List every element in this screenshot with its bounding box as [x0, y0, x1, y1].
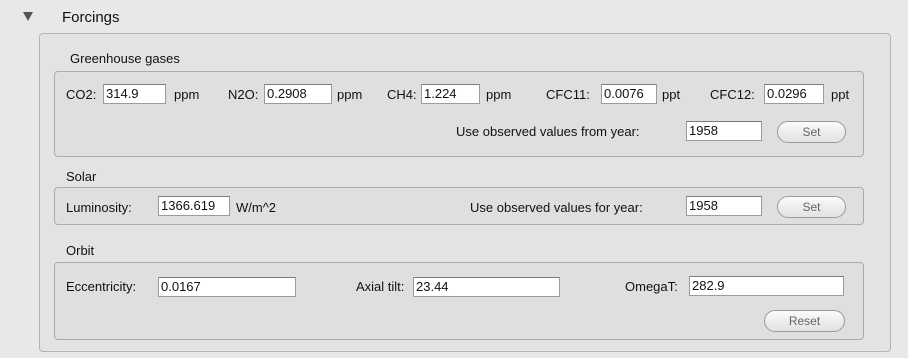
orbit-title: Orbit [66, 243, 95, 258]
n2o-label: N2O: [228, 87, 259, 102]
ch4-unit: ppm [486, 87, 512, 102]
luminosity-unit: W/m^2 [236, 200, 277, 215]
omegat-label: OmegaT: [625, 279, 678, 294]
n2o-unit: ppm [337, 87, 363, 102]
solar-year-field[interactable]: 1958 [686, 196, 762, 216]
cfc12-field[interactable]: 0.0296 [764, 84, 824, 104]
co2-label: CO2: [66, 87, 97, 102]
ghg-year-field[interactable]: 1958 [686, 121, 762, 141]
cfc11-field[interactable]: 0.0076 [601, 84, 657, 104]
co2-field[interactable]: 314.9 [103, 84, 166, 104]
axial-tilt-field[interactable]: 23.44 [413, 277, 560, 297]
co2-unit: ppm [174, 87, 200, 102]
cfc12-label: CFC12: [710, 87, 755, 102]
reset-button[interactable]: Reset [764, 310, 845, 332]
luminosity-field[interactable]: 1366.619 [158, 196, 230, 216]
axial-tilt-label: Axial tilt: [356, 279, 405, 294]
solar-title: Solar [66, 169, 97, 184]
disclosure-triangle-icon[interactable] [23, 12, 33, 21]
n2o-field[interactable]: 0.2908 [264, 84, 332, 104]
cfc11-label: CFC11: [546, 87, 590, 102]
eccentricity-field[interactable]: 0.0167 [158, 277, 296, 297]
eccentricity-label: Eccentricity: [66, 279, 137, 294]
omegat-field[interactable]: 282.9 [689, 276, 844, 296]
ghg-observed-label: Use observed values from year: [456, 124, 640, 139]
ch4-field[interactable]: 1.224 [421, 84, 480, 104]
cfc12-unit: ppt [831, 87, 850, 102]
orbit-group [54, 262, 864, 340]
cfc11-unit: ppt [662, 87, 681, 102]
ch4-label: CH4: [387, 87, 417, 102]
panel-title: Forcings [62, 9, 120, 26]
solar-observed-label: Use observed values for year: [470, 200, 643, 215]
luminosity-label: Luminosity: [66, 200, 132, 215]
solar-set-button[interactable]: Set [777, 196, 846, 218]
ghg-set-button[interactable]: Set [777, 121, 846, 143]
ghg-title: Greenhouse gases [70, 51, 180, 66]
